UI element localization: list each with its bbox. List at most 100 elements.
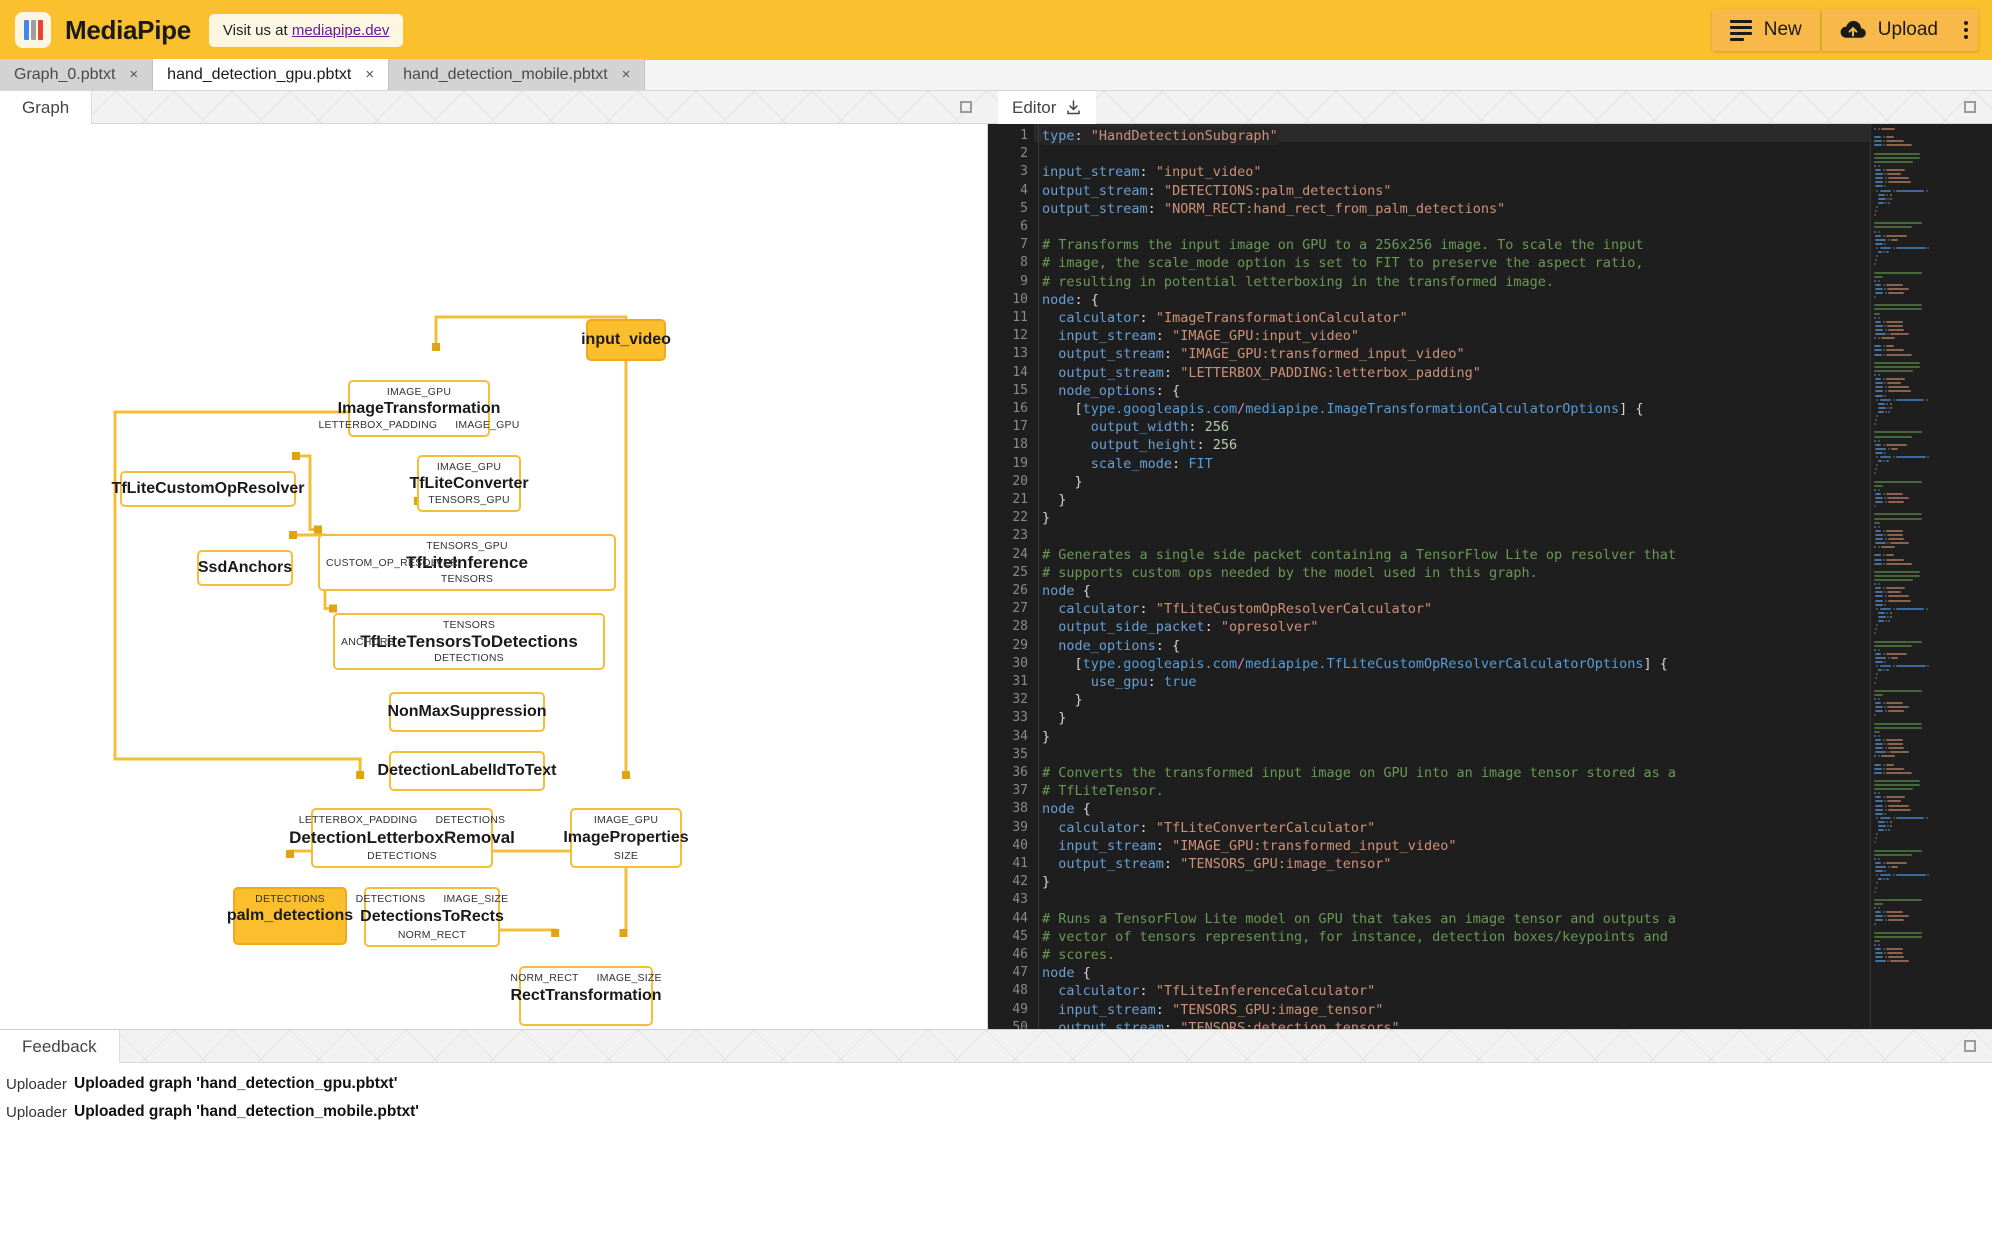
graph-node-recttransform[interactable]: NORM_RECT IMAGE_SIZE RectTransformation [510,966,662,1026]
code-line[interactable]: output_stream: "LETTERBOX_PADDING:letter… [1042,364,1481,382]
node-title: DetectionsToRects [360,908,504,925]
code-line[interactable]: output_height: 256 [1042,436,1237,454]
code-token: } [1042,692,1083,709]
graph-node-nonmaxsuppress[interactable]: NonMaxSuppression [387,692,547,732]
code-line[interactable]: } [1042,691,1083,709]
code-line[interactable]: # Converts the transformed input image o… [1042,764,1676,782]
tab-graph[interactable]: Graph [0,91,93,124]
code-line[interactable]: output_stream: "TENSORS:detection_tensor… [1042,1019,1399,1029]
minimap-line [1883,562,1886,565]
code-line[interactable]: output_stream: "DETECTIONS:palm_detectio… [1042,182,1392,200]
close-icon[interactable]: × [622,67,631,82]
code-line[interactable]: output_width: 256 [1042,418,1229,436]
code-line[interactable]: input_stream: "IMAGE_GPU:transformed_inp… [1042,837,1456,855]
code-line[interactable]: node { [1042,582,1091,600]
line-number: 31 [1012,674,1028,689]
minimap-line [1874,907,1877,909]
code-line[interactable]: calculator: "TfLiteCustomOpResolverCalcu… [1042,600,1432,618]
code-content[interactable]: type: "HandDetectionSubgraph" input_strea… [1042,124,1922,1029]
graph-node-detectionstorects[interactable]: DETECTIONS IMAGE_SIZE DetectionsToRects NOR… [356,887,508,947]
file-tab-1[interactable]: hand_detection_gpu.pbtxt × [153,59,390,90]
code-line[interactable]: # Runs a TensorFlow Lite model on GPU th… [1042,910,1676,928]
code-line[interactable]: [type.googleapis.com/mediapipe.ImageTran… [1042,400,1644,418]
graph-node-imagetransform[interactable]: IMAGE_GPU ImageTransformation LETTERBOX_PA… [319,380,519,437]
code-line[interactable]: type: "HandDetectionSubgraph" [1042,127,1278,146]
feedback-maximize-icon[interactable] [1964,1040,1976,1052]
code-line[interactable]: scale_mode: FIT [1042,455,1213,473]
code-line[interactable]: # supports custom ops needed by the mode… [1042,564,1538,582]
code-line[interactable]: } [1042,873,1050,891]
close-icon[interactable]: × [129,67,138,82]
editor-maximize-icon[interactable] [1964,101,1976,113]
graph-node-tflitetensors[interactable]: TENSORS ANCHORS TfLiteTensorsToDetections D… [333,613,605,670]
graph-node-palm_detections[interactable]: DETECTIONS palm_detections [227,887,353,945]
code-line[interactable]: node { [1042,964,1091,982]
code-line[interactable]: input_stream: "input_video" [1042,163,1261,181]
minimap-line [1895,456,1927,458]
code-line[interactable]: calculator: "ImageTransformationCalculat… [1042,309,1408,327]
code-line[interactable]: output_stream: "IMAGE_GPU:transformed_in… [1042,345,1464,363]
code-line[interactable]: # vector of tensors representing, for in… [1042,928,1668,946]
edge-connector-dot [314,525,322,534]
code-line[interactable]: calculator: "TfLiteInferenceCalculator" [1042,982,1375,1000]
code-line[interactable]: calculator: "TfLiteConverterCalculator" [1042,819,1375,837]
graph-node-imageproperties[interactable]: IMAGE_GPU ImageProperties SIZE [563,808,689,868]
code-line[interactable]: # TfLiteTensor. [1042,782,1164,800]
close-icon[interactable]: × [365,67,374,82]
minimap-line [1876,874,1879,877]
upload-button[interactable]: Upload [1821,9,1978,51]
graph-maximize-icon[interactable] [960,101,972,113]
code-line[interactable]: # Transforms the input image on GPU to a… [1042,236,1643,254]
code-line[interactable]: input_stream: "TENSORS_GPU:image_tensor" [1042,1001,1383,1019]
new-button[interactable]: New [1711,9,1820,51]
mediapipe-dev-link[interactable]: mediapipe.dev [292,22,390,39]
code-line[interactable]: # Generates a single side packet contain… [1042,546,1676,564]
code-line[interactable]: node_options: { [1042,382,1180,400]
graph-node-detectletterbox[interactable]: LETTERBOX_PADDING DETECTIONS DetectionLett… [289,808,515,868]
code-line[interactable]: } [1042,473,1083,491]
minimap-line [1886,771,1913,774]
code-line[interactable]: node_options: { [1042,637,1180,655]
graph-node-tfliteconverter[interactable]: IMAGE_GPU TfLiteConverter TENSORS_GPU [409,455,529,512]
code-line[interactable]: } [1042,709,1066,727]
code-line[interactable]: } [1042,509,1050,527]
graph-node-tfliteinference[interactable]: TENSORS_GPU CUSTOM_OP_RESOLVER TfLiteInfer… [318,534,616,591]
node-title: NonMaxSuppression [387,703,547,720]
line-number: 39 [1012,819,1028,835]
code-line[interactable]: node { [1042,800,1091,818]
code-token: / [1237,655,1246,672]
minimap-line [1874,296,1876,299]
code-minimap[interactable] [1870,124,1992,1029]
tab-editor[interactable]: Editor [998,91,1097,124]
code-line[interactable]: } [1042,728,1050,746]
code-line[interactable]: output_stream: "NORM_RECT:hand_rect_from… [1042,200,1505,218]
download-icon[interactable] [1065,99,1082,116]
graph-node-detectionlabel[interactable]: DetectionLabelIdToText [378,751,557,791]
graph-canvas[interactable]: input_video IMAGE_GPU ImageTransformation L… [0,124,988,1029]
file-tab-0[interactable]: Graph_0.pbtxt × [0,59,154,90]
minimap-line [1875,948,1882,950]
code-line[interactable]: # resulting in potential letterboxing in… [1042,273,1554,291]
code-line[interactable]: [type.googleapis.com/mediapipe.TfLiteCus… [1042,655,1668,673]
code-editor[interactable]: 1 2 3 4 5 6 7 8 9 10 11 12 13 14 15 16 17 18 19 20 21 22 23 24 2… [988,124,1992,1029]
minimap-line [1875,808,1884,811]
code-line[interactable]: node: { [1042,291,1099,309]
code-token: output_stream [1042,364,1164,381]
minimap-line [1874,562,1883,565]
code-line[interactable]: # image, the scale_mode option is set to… [1042,254,1643,272]
graph-node-input_video[interactable]: input_video [581,319,671,361]
code-line[interactable]: } [1042,491,1066,509]
more-options-icon[interactable] [1964,21,1968,39]
port-label: IMAGE_GPU [386,386,452,398]
code-line[interactable]: input_stream: "IMAGE_GPU:input_video" [1042,327,1359,345]
graph-node-ssdanchors[interactable]: SsdAnchors [197,550,293,586]
minimap-line [1874,579,1914,581]
code-line[interactable]: # scores. [1042,946,1115,964]
code-line[interactable]: use_gpu: true [1042,673,1197,691]
minimap-line [1895,398,1925,401]
tab-feedback[interactable]: Feedback [0,1030,120,1063]
code-line[interactable]: output_stream: "TENSORS_GPU:image_tensor… [1042,855,1391,873]
code-line[interactable]: output_side_packet: "opresolver" [1042,618,1318,636]
graph-node-tflitecustomop[interactable]: TfLiteCustomOpResolver [112,471,304,507]
file-tab-2[interactable]: hand_detection_mobile.pbtxt × [389,59,646,90]
